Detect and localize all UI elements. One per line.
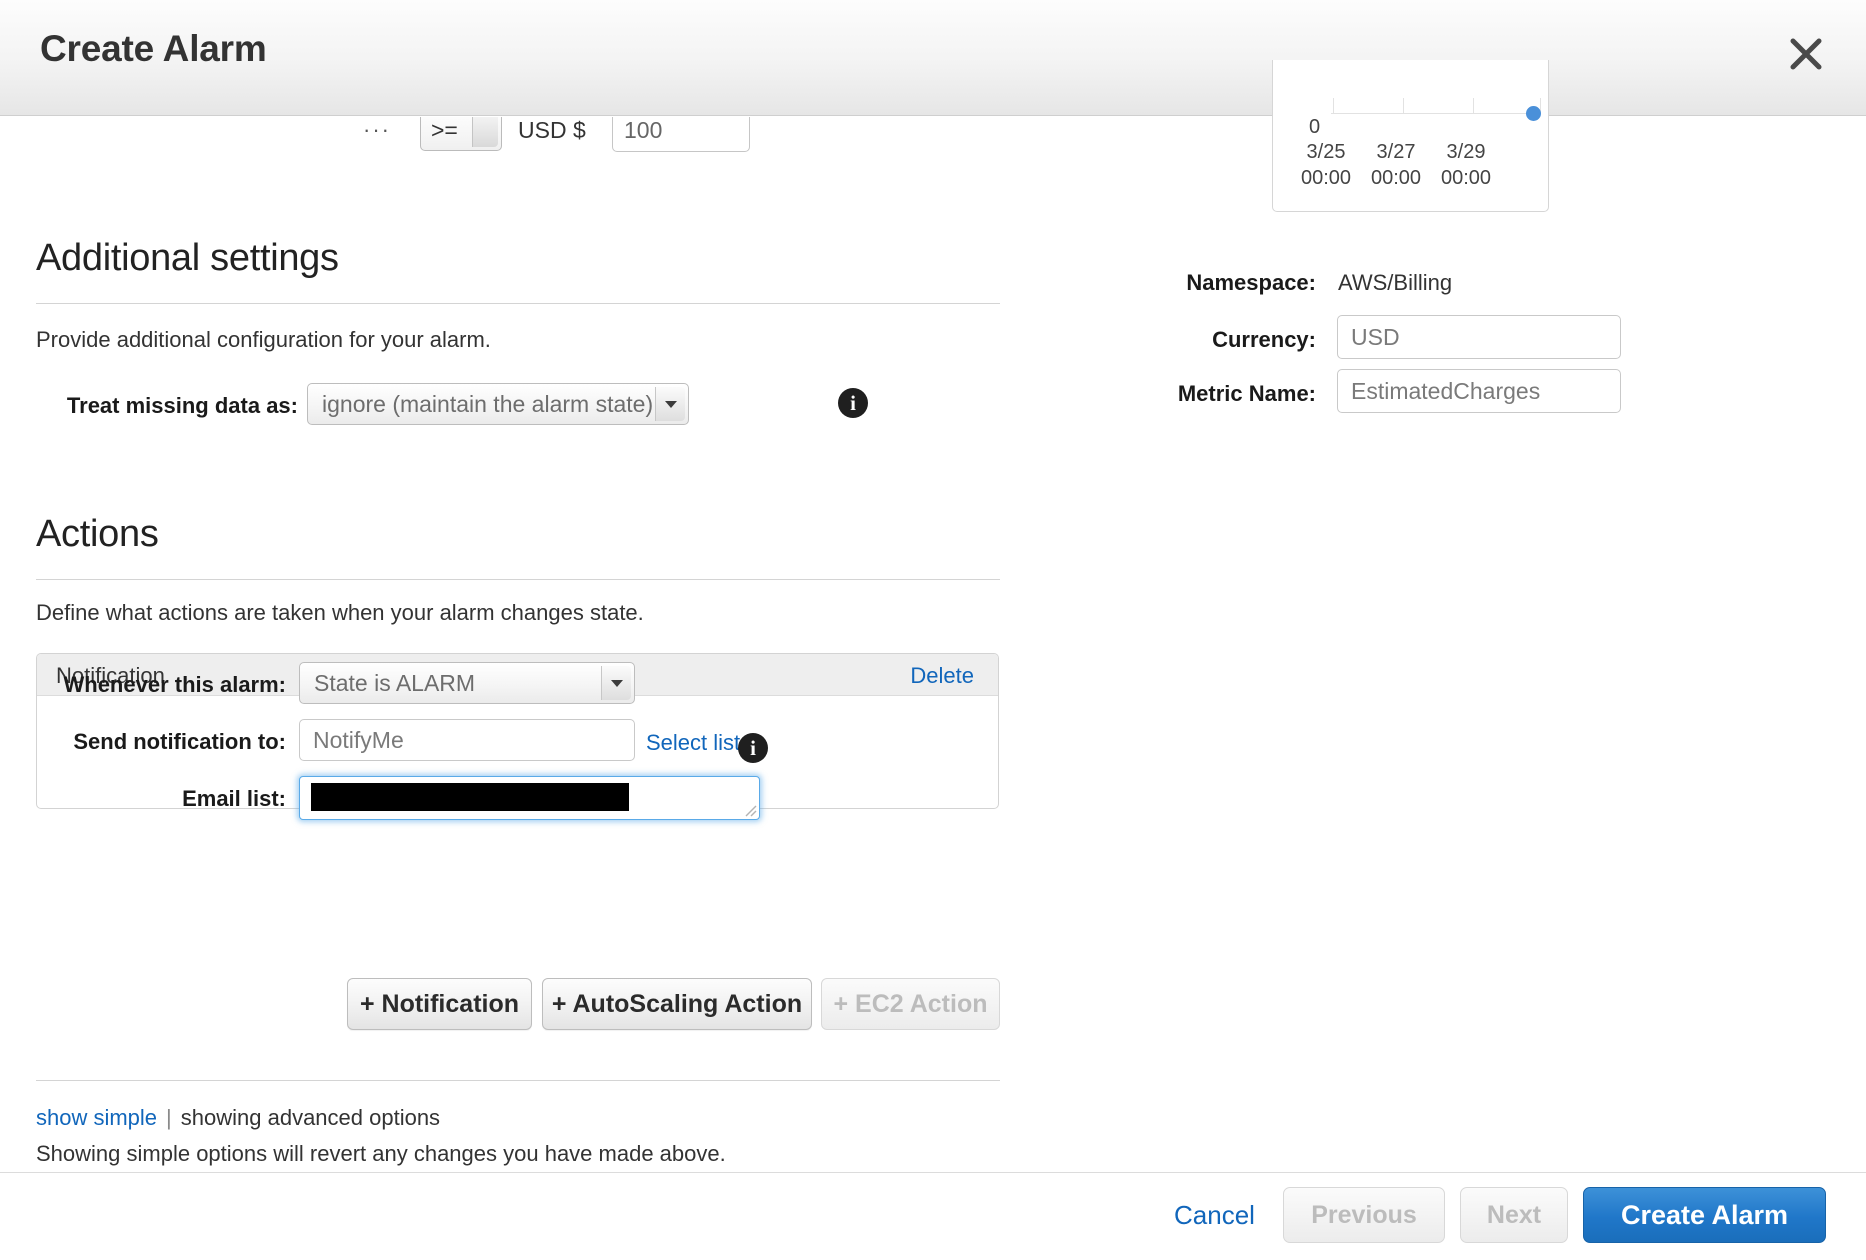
send-notification-to-label: Send notification to: [73, 729, 286, 754]
additional-settings-description: Provide additional configuration for you… [36, 327, 491, 352]
delete-notification-link[interactable]: Delete [910, 663, 974, 689]
resize-handle-icon[interactable] [741, 801, 757, 817]
add-autoscaling-action-button[interactable]: + AutoScaling Action [542, 978, 812, 1030]
current-options-mode: showing advanced options [180, 1105, 441, 1130]
revert-warning-text: Showing simple options will revert any c… [36, 1141, 726, 1166]
chart-x-tick-label: 3/29 00:00 [1421, 140, 1511, 191]
email-list-label: Email list: [182, 786, 286, 811]
footer-divider [36, 1080, 1000, 1081]
treat-missing-data-value: ignore (maintain the alarm state) [322, 390, 654, 417]
chart-x-tick-time: 00:00 [1440, 166, 1492, 189]
chart-tick [1403, 98, 1404, 114]
chart-axis-baseline [1331, 113, 1541, 114]
comparison-operator-value: >= [431, 117, 458, 143]
chart-tick [1333, 98, 1334, 114]
currency-label: Currency: [1212, 327, 1316, 352]
actions-description: Define what actions are taken when your … [36, 600, 644, 625]
send-notification-to-input[interactable]: NotifyMe [299, 719, 635, 761]
next-button: Next [1460, 1187, 1568, 1243]
whenever-alarm-value: State is ALARM [314, 669, 476, 696]
chart-data-point [1526, 106, 1541, 121]
options-mode-line: show simple | showing advanced options [36, 1105, 440, 1131]
create-alarm-button[interactable]: Create Alarm [1583, 1187, 1826, 1243]
page-title: Create Alarm [40, 28, 267, 69]
additional-settings-rule [36, 303, 1000, 304]
bottom-bar-divider [0, 1172, 1866, 1173]
threshold-value-input[interactable]: 100 [612, 117, 750, 152]
metric-preview-chart: 0 3/25 00:00 3/27 00:00 3/29 00:00 [1272, 60, 1549, 212]
threshold-ellipsis: ··· [363, 117, 391, 142]
whenever-alarm-label: Whenever this alarm: [63, 672, 286, 697]
email-list-redacted-value [311, 783, 629, 811]
treat-missing-data-select[interactable]: ignore (maintain the alarm state) [307, 383, 689, 425]
threshold-currency-label: USD $ [518, 117, 586, 143]
additional-settings-heading: Additional settings [36, 237, 339, 279]
namespace-value: AWS/Billing [1338, 270, 1453, 295]
treat-missing-data-info-icon[interactable]: i [838, 388, 868, 418]
previous-button: Previous [1283, 1187, 1445, 1243]
create-alarm-modal: Create Alarm ··· >= USD $ 100 Additional… [0, 0, 1866, 1260]
chart-y-tick-label: 0 [1309, 116, 1321, 138]
chevron-down-icon [601, 666, 631, 700]
add-ec2-action-button: + EC2 Action [821, 978, 1000, 1030]
close-icon[interactable] [1778, 26, 1834, 82]
actions-heading: Actions [36, 513, 159, 555]
send-notification-info-icon[interactable]: i [738, 733, 768, 763]
email-list-textarea[interactable] [299, 776, 760, 820]
select-list-link[interactable]: Select list [646, 730, 740, 756]
options-separator: | [166, 1105, 172, 1130]
metric-name-label: Metric Name: [1177, 381, 1316, 406]
chart-tick [1473, 98, 1474, 114]
chart-x-tick-date: 3/29 [1446, 141, 1486, 163]
chart-plot-area [1331, 60, 1541, 130]
comparison-operator-select[interactable]: >= [420, 117, 502, 151]
threshold-row-clipped: ··· >= USD $ 100 [0, 117, 1040, 157]
whenever-alarm-select[interactable]: State is ALARM [299, 662, 635, 704]
treat-missing-data-label: Treat missing data as: [66, 393, 298, 418]
add-notification-button[interactable]: + Notification [347, 978, 532, 1030]
chevron-down-icon [472, 117, 498, 147]
actions-rule [36, 579, 1000, 580]
currency-input[interactable]: USD [1337, 315, 1621, 359]
metric-name-input[interactable]: EstimatedCharges [1337, 369, 1621, 413]
namespace-label: Namespace: [1186, 270, 1316, 295]
cancel-button[interactable]: Cancel [1174, 1200, 1255, 1231]
show-simple-link[interactable]: show simple [36, 1105, 157, 1131]
chevron-down-icon [655, 387, 685, 421]
modal-header: Create Alarm [0, 0, 1866, 116]
